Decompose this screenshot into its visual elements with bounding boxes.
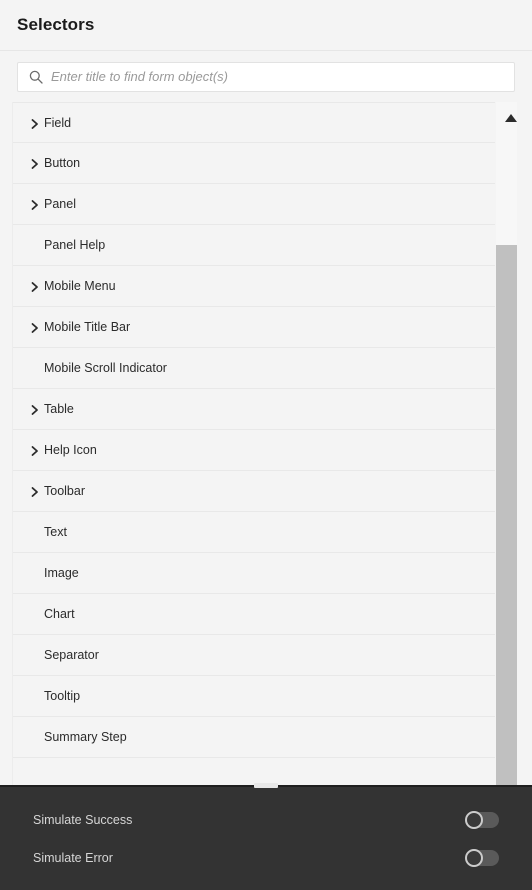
list-item[interactable]: Field [13,102,495,143]
list-item[interactable]: Image [13,553,495,594]
list-item[interactable]: Chart [13,594,495,635]
list-item-label: Panel Help [44,238,106,252]
list-scrollbar[interactable] [496,102,532,785]
list-item-label: Help Icon [44,443,97,457]
toggle-knob [465,810,483,829]
search-input[interactable] [18,62,514,91]
list-scroll-wrapper: Field Button Panel Panel Help Mobile Menu Mob… [13,102,532,785]
panel-drag-handle[interactable] [254,783,278,788]
list-left-gutter [0,102,13,785]
search-icon [29,70,43,84]
list-item-label: Text [44,525,67,539]
toggle-label: Simulate Error [33,850,113,865]
list-item-label: Chart [44,607,75,621]
page-title: Selectors [17,15,95,34]
selector-list: Field Button Panel Panel Help Mobile Menu Mob… [13,102,495,758]
list-item-label: Image [44,566,79,580]
triangle-up-icon[interactable] [504,111,518,123]
list-item[interactable]: Separator [13,635,495,676]
toggle-row: Simulate Error [33,839,499,877]
list-item[interactable]: Panel [13,184,495,225]
toggle-switch[interactable] [465,848,499,867]
list-item-label: Field [44,115,72,130]
list-item-label: Mobile Scroll Indicator [44,361,167,375]
simulate-panel: Simulate Success Simulate Error [0,783,532,890]
selectors-panel: Selectors Field Button Panel Panel Help Mobi… [0,0,532,890]
list-item[interactable]: Panel Help [13,225,495,266]
list-item[interactable]: Tooltip [13,676,495,717]
list-item-label: Button [44,156,81,170]
list-item-label: Separator [44,648,99,662]
list-item[interactable]: Button [13,143,495,184]
chevron-right-icon[interactable] [30,157,40,169]
toggle-switch[interactable] [465,810,499,829]
list-item[interactable]: Toolbar [13,471,495,512]
list-item-label: Table [44,402,74,416]
toggle-knob [465,848,483,867]
chevron-right-icon[interactable] [30,444,40,456]
chevron-right-icon[interactable] [30,403,40,415]
toggle-row: Simulate Success [33,801,499,839]
list-item-label: Tooltip [44,689,81,703]
list-item-label: Summary Step [44,730,127,744]
chevron-right-icon[interactable] [30,485,40,497]
chevron-right-icon[interactable] [30,321,40,333]
list-item[interactable]: Mobile Title Bar [13,307,495,348]
chevron-right-icon[interactable] [30,280,40,292]
list-item[interactable]: Summary Step [13,717,495,758]
list-item-label: Panel [44,197,76,211]
list-item-label: Toolbar [44,484,85,498]
list-item[interactable]: Table [13,389,495,430]
toggle-container: Simulate Success Simulate Error [33,801,499,877]
chevron-right-icon[interactable] [30,117,40,129]
chevron-right-icon[interactable] [30,198,40,210]
list-item-label: Mobile Menu [44,279,116,293]
list-item[interactable]: Mobile Scroll Indicator [13,348,495,389]
toggle-label: Simulate Success [33,812,133,827]
list-item[interactable]: Help Icon [13,430,495,471]
panel-header: Selectors [0,0,532,51]
search-box[interactable] [17,61,515,92]
scrollbar-thumb[interactable] [496,245,517,785]
list-item[interactable]: Mobile Menu [13,266,495,307]
list-item[interactable]: Text [13,512,495,553]
selector-list-region: Field Button Panel Panel Help Mobile Menu Mob… [0,102,532,785]
search-area [0,51,532,102]
